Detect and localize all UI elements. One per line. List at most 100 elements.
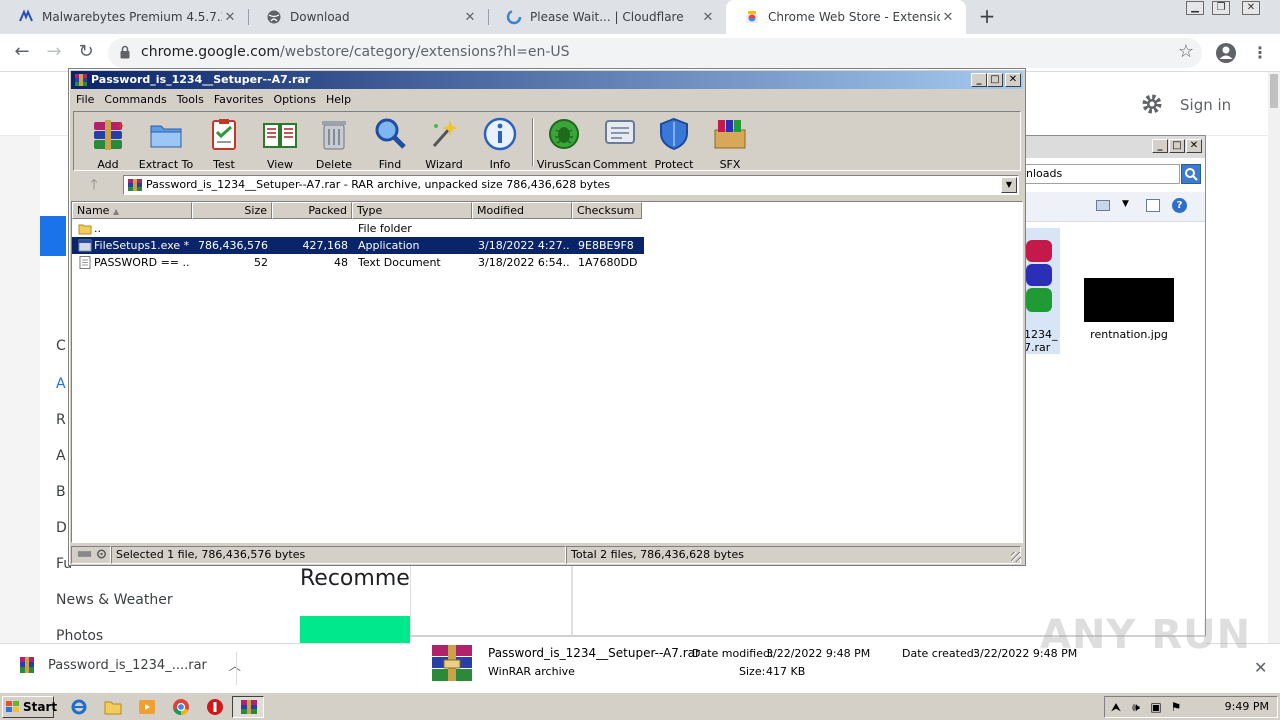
resize-grip[interactable]: [1011, 552, 1021, 562]
virusscan-button[interactable]: VirusScan: [536, 116, 592, 171]
up-arrow-icon[interactable]: 🡑: [79, 176, 109, 194]
minimize-button[interactable]: ▁: [1186, 1, 1204, 15]
forward-arrow-icon[interactable]: →: [41, 40, 67, 66]
sidebar-active-item[interactable]: [40, 216, 66, 256]
add-button[interactable]: + Add: [80, 116, 136, 171]
explorer-address-field[interactable]: nloads: [1022, 164, 1180, 184]
taskbar: Start ⮝ 🕪 ▣ ⚑ 9:49 PM: [0, 692, 1280, 720]
volume-icon[interactable]: 🕪: [1129, 700, 1143, 714]
maximize-button[interactable]: □: [1169, 139, 1185, 153]
test-button[interactable]: Test: [196, 116, 252, 171]
network-icon[interactable]: ▣: [1149, 700, 1163, 714]
search-icon[interactable]: [1181, 164, 1201, 184]
internet-explorer-icon[interactable]: [70, 698, 88, 716]
chevron-up-icon[interactable]: ︿: [229, 657, 241, 674]
extract-to-button[interactable]: Extract To: [138, 116, 194, 171]
menu-commands[interactable]: Commands: [99, 90, 171, 109]
sidebar-item-photos[interactable]: Photos: [56, 628, 103, 644]
delete-button[interactable]: Delete: [306, 116, 362, 171]
page-scrollbar[interactable]: [1268, 72, 1280, 643]
tab-download[interactable]: Download ✕: [248, 0, 488, 34]
sidebar-item[interactable]: A: [56, 376, 66, 392]
close-tab-icon[interactable]: ✕: [700, 10, 716, 25]
date-created-label: Date created:: [902, 647, 978, 660]
close-button[interactable]: ✕: [1005, 73, 1021, 87]
address-bar[interactable]: chrome.google.com/webstore/category/exte…: [108, 38, 1202, 68]
view-icon[interactable]: [1096, 200, 1110, 211]
file-name-text: 1234_ 7.rar: [1024, 328, 1058, 354]
close-icon[interactable]: ✕: [1254, 658, 1267, 677]
bookmark-star-icon[interactable]: ☆: [1178, 41, 1194, 62]
info-button[interactable]: Info: [472, 116, 528, 171]
column-size[interactable]: Size: [192, 202, 272, 219]
start-button[interactable]: Start: [2, 696, 57, 718]
stop-icon[interactable]: [206, 698, 224, 716]
chevron-down-icon[interactable]: ▼: [1122, 199, 1129, 209]
download-filename: Password_is_1234_....rar: [48, 657, 207, 673]
back-arrow-icon[interactable]: ←: [9, 40, 35, 66]
close-tab-icon[interactable]: ✕: [222, 10, 238, 25]
new-tab-button[interactable]: +: [976, 6, 998, 28]
table-row[interactable]: .. File folder: [72, 220, 644, 237]
sidebar-item[interactable]: A: [56, 448, 66, 464]
comment-button[interactable]: Comment: [592, 116, 648, 171]
taskbar-winrar-button[interactable]: [232, 696, 264, 718]
column-type[interactable]: Type: [352, 202, 472, 219]
sidebar-item[interactable]: C: [56, 338, 66, 354]
menu-favorites[interactable]: Favorites: [209, 90, 269, 109]
download-item[interactable]: Password_is_1234_....rar ︿: [18, 656, 241, 674]
tab-malwarebytes[interactable]: Malwarebytes Premium 4.5.7.279 C ✕: [0, 0, 248, 34]
menu-help[interactable]: Help: [321, 90, 356, 109]
flag-icon[interactable]: ⚑: [1169, 700, 1183, 714]
menu-dots-icon[interactable]: ⋮: [1252, 43, 1268, 62]
column-modified[interactable]: Modified: [472, 202, 572, 219]
cell-name: PASSWORD == ...: [94, 256, 190, 269]
archive-path-combo[interactable]: Password_is_1234__Setuper--A7.rar - RAR …: [123, 175, 1019, 195]
media-player-icon[interactable]: [138, 698, 156, 716]
cell-checksum: [578, 220, 642, 237]
tab-cloudflare[interactable]: Please Wait... | Cloudflare ✕: [488, 0, 726, 34]
recommended-card-banner[interactable]: [300, 616, 410, 646]
help-icon[interactable]: ?: [1172, 198, 1187, 213]
menu-options[interactable]: Options: [269, 90, 321, 109]
column-name[interactable]: Name ▲: [72, 202, 192, 219]
sidebar-item[interactable]: D: [56, 520, 67, 536]
browser-toolbar: ← → ↻ chrome.google.com/webstore/categor…: [0, 34, 1280, 72]
close-button[interactable]: ✕: [1242, 1, 1260, 15]
menu-tools[interactable]: Tools: [172, 90, 209, 109]
protect-button[interactable]: Protect: [646, 116, 702, 171]
tab-webstore[interactable]: Chrome Web Store - Extensions ✕: [726, 0, 966, 34]
sidebar-item-news-weather[interactable]: News & Weather: [56, 592, 173, 608]
find-button[interactable]: Find: [362, 116, 418, 171]
folder-icon[interactable]: [104, 698, 122, 716]
maximize-button[interactable]: □: [987, 73, 1003, 87]
archive-file-list[interactable]: Name ▲ Size Packed Type Modified Checksu…: [71, 201, 1023, 543]
sfx-button[interactable]: SFX: [702, 116, 758, 171]
table-row-selected[interactable]: FileSetups1.exe * 786,436,576 427,168 Ap…: [72, 237, 644, 254]
chevron-down-icon[interactable]: ▼: [1001, 177, 1017, 193]
chrome-icon[interactable]: [172, 698, 190, 716]
view-button[interactable]: View: [252, 116, 308, 171]
reload-icon[interactable]: ↻: [73, 40, 99, 66]
menu-file[interactable]: File: [71, 90, 99, 109]
column-checksum[interactable]: Checksum: [572, 202, 642, 219]
image-thumbnail[interactable]: [1084, 278, 1174, 322]
sfx-icon: [714, 120, 746, 149]
table-row[interactable]: PASSWORD == ... 52 48 Text Document 3/18…: [72, 254, 644, 271]
preview-pane-icon[interactable]: [1146, 199, 1160, 212]
close-button[interactable]: ✕: [1186, 139, 1202, 153]
tray-expand-icon[interactable]: ⮝: [1109, 700, 1123, 714]
profile-avatar-icon[interactable]: [1215, 42, 1237, 64]
sign-in-link[interactable]: Sign in: [1180, 96, 1231, 114]
minimize-button[interactable]: _: [971, 73, 987, 87]
close-tab-icon[interactable]: ✕: [940, 10, 956, 25]
minimize-button[interactable]: _: [1152, 139, 1168, 153]
close-tab-icon[interactable]: ✕: [462, 10, 478, 25]
gear-icon[interactable]: [1140, 92, 1164, 116]
sidebar-item[interactable]: B: [56, 484, 66, 500]
wizard-button[interactable]: Wizard: [416, 116, 472, 171]
column-packed[interactable]: Packed: [272, 202, 352, 219]
sidebar-item[interactable]: R: [56, 412, 66, 428]
scrollbar-thumb[interactable]: [1270, 74, 1278, 108]
restore-button[interactable]: ❐: [1212, 1, 1230, 15]
